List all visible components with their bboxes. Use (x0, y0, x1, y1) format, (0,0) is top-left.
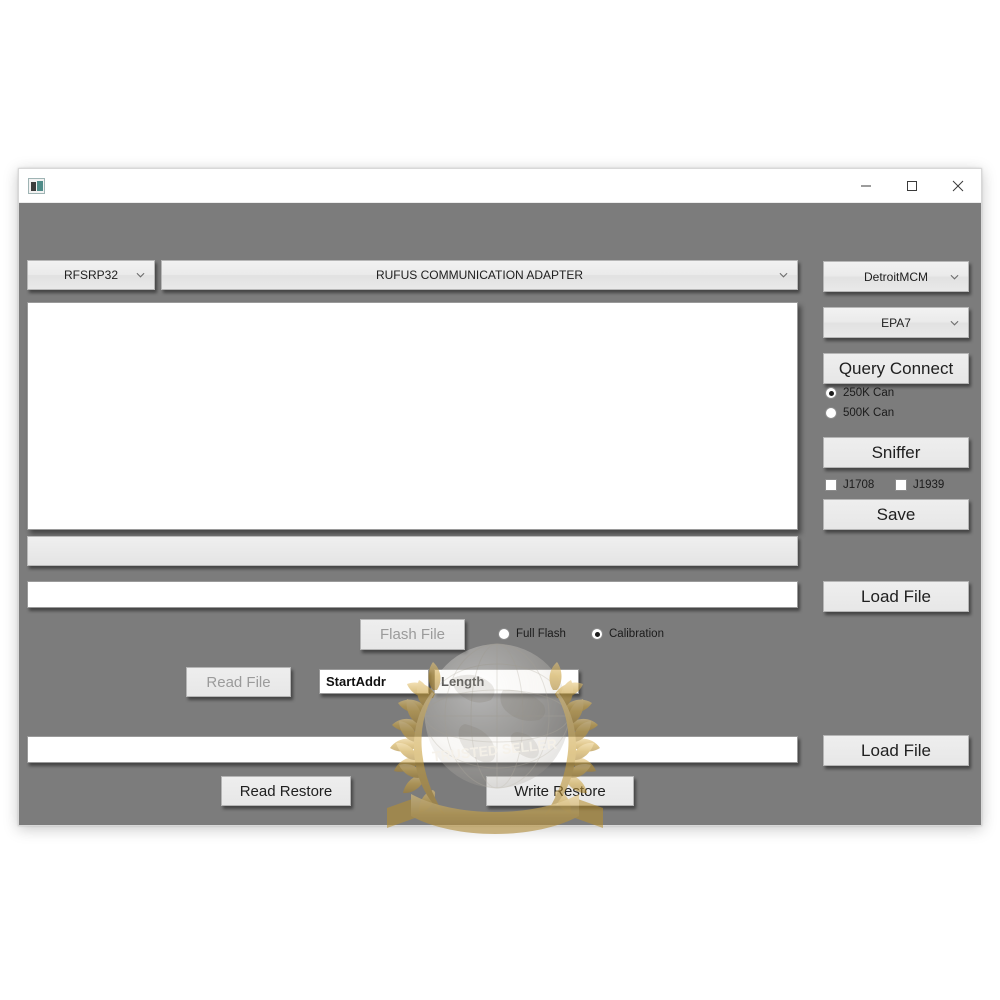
chevron-down-icon (950, 318, 959, 327)
start-addr-value: StartAddr (326, 674, 386, 689)
minimize-icon[interactable] (843, 169, 889, 203)
application-window: RFSRP32 RUFUS COMMUNICATION ADAPTER Flas… (18, 168, 982, 826)
radio-500k-can[interactable]: 500K Can (825, 407, 894, 419)
radio-250k-can-indicator (825, 387, 837, 399)
title-bar (19, 169, 981, 203)
load-file-restore-button[interactable]: Load File (823, 735, 969, 766)
screenshot-root: RFSRP32 RUFUS COMMUNICATION ADAPTER Flas… (0, 0, 1000, 1000)
checkbox-j1939[interactable]: J1939 (895, 479, 944, 491)
radio-calibration[interactable]: Calibration (591, 628, 664, 640)
maximize-icon[interactable] (889, 169, 935, 203)
ecu-combo-value: DetroitMCM (863, 269, 928, 284)
sniffer-button[interactable]: Sniffer (823, 437, 969, 468)
progress-bar (27, 536, 798, 566)
device-combo-value: RFSRP32 (63, 268, 119, 282)
read-file-button[interactable]: Read File (186, 667, 291, 697)
flash-file-button[interactable]: Flash File (360, 619, 465, 650)
window-controls (843, 169, 981, 203)
radio-500k-can-indicator (825, 407, 837, 419)
radio-250k-can[interactable]: 250K Can (825, 387, 894, 399)
epa-combo[interactable]: EPA7 (823, 307, 969, 338)
flash-file-button-label: Flash File (379, 626, 446, 643)
read-file-button-label: Read File (206, 673, 271, 691)
flash-file-path-input[interactable] (27, 581, 798, 608)
radio-full-flash[interactable]: Full Flash (498, 628, 566, 640)
adapter-combo-value: RUFUS COMMUNICATION ADAPTER (375, 268, 584, 282)
epa-combo-value: EPA7 (881, 315, 911, 330)
load-file-flash-button[interactable]: Load File (823, 581, 969, 612)
checkbox-j1939-indicator (895, 479, 907, 491)
start-addr-input[interactable]: StartAddr (319, 669, 429, 694)
save-button[interactable]: Save (823, 499, 969, 530)
length-input[interactable]: Length (434, 669, 579, 694)
app-icon (28, 178, 45, 194)
radio-calibration-label: Calibration (609, 628, 664, 640)
load-file-restore-button-label: Load File (861, 740, 931, 760)
read-restore-button-label: Read Restore (239, 782, 333, 800)
query-connect-button[interactable]: Query Connect (823, 353, 969, 384)
adapter-combo[interactable]: RUFUS COMMUNICATION ADAPTER (161, 260, 798, 290)
radio-250k-can-label: 250K Can (843, 387, 895, 399)
ecu-combo[interactable]: DetroitMCM (823, 261, 969, 292)
radio-500k-can-label: 500K Can (843, 407, 895, 419)
write-restore-button[interactable]: Write Restore (486, 776, 634, 806)
load-file-flash-button-label: Load File (861, 586, 931, 606)
chevron-down-icon (779, 271, 788, 280)
radio-full-flash-label: Full Flash (516, 628, 566, 640)
restore-file-path-input[interactable] (27, 736, 798, 763)
checkbox-j1939-label: J1939 (913, 479, 945, 491)
save-button-label: Save (876, 504, 916, 524)
radio-calibration-indicator (591, 628, 603, 640)
checkbox-j1708[interactable]: J1708 (825, 479, 874, 491)
chevron-down-icon (136, 271, 145, 280)
device-combo[interactable]: RFSRP32 (27, 260, 155, 290)
log-output-box[interactable] (27, 302, 798, 530)
checkbox-j1708-label: J1708 (843, 479, 875, 491)
checkbox-j1708-indicator (825, 479, 837, 491)
radio-full-flash-indicator (498, 628, 510, 640)
length-value: Length (441, 674, 485, 689)
close-icon[interactable] (935, 169, 981, 203)
query-connect-button-label: Query Connect (838, 358, 954, 378)
write-restore-button-label: Write Restore (514, 782, 606, 800)
sniffer-button-label: Sniffer (871, 442, 921, 462)
read-restore-button[interactable]: Read Restore (221, 776, 351, 806)
chevron-down-icon (950, 272, 959, 281)
